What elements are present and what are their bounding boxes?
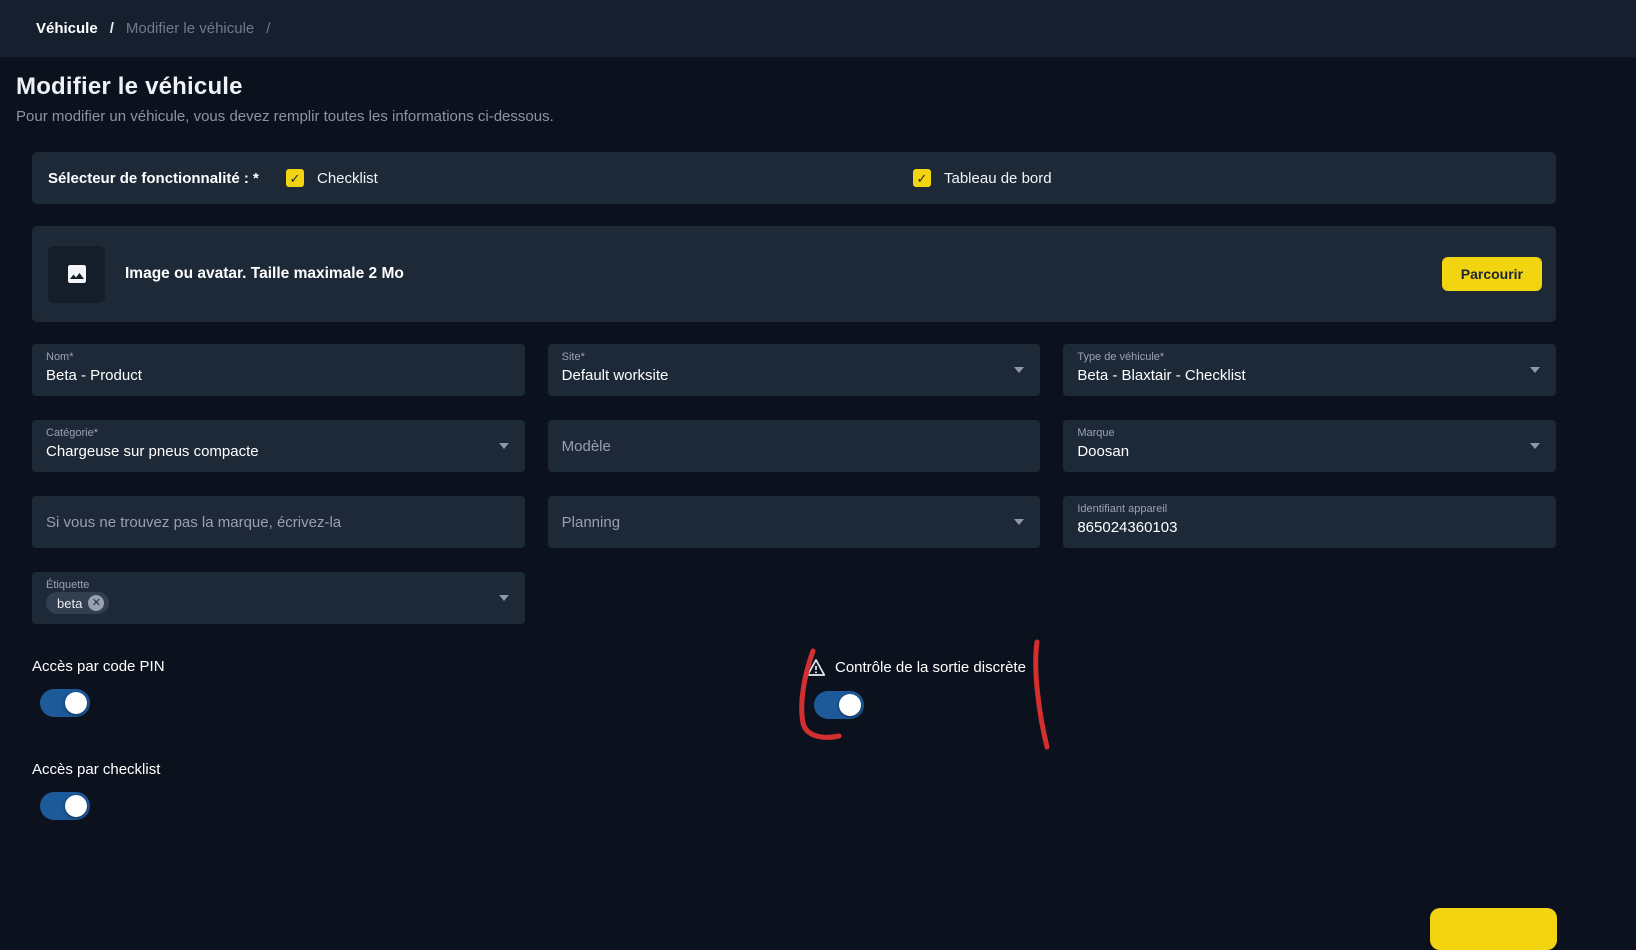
field-label: Marque [1077,427,1522,439]
page-title: Modifier le véhicule [16,73,1620,101]
toggle-knob [65,795,87,817]
image-icon [65,262,89,286]
feature-selector-panel: Sélecteur de fonctionnalité : * ✓ Checkl… [32,152,1556,204]
breadcrumb-modifier[interactable]: Modifier le véhicule [126,20,254,37]
chevron-down-icon [1014,367,1024,373]
tag-select[interactable]: Étiquette beta ✕ [32,572,525,624]
pin-access-group: Accès par code PIN [32,658,1556,717]
field-placeholder: Modèle [562,438,611,455]
breadcrumb: Véhicule / Modifier le véhicule / [0,0,1636,57]
chevron-down-icon [499,595,509,601]
site-select[interactable]: Site* Default worksite [548,344,1041,396]
chevron-down-icon [1014,519,1024,525]
feature-option-checklist[interactable]: ✓ Checklist [286,169,913,187]
chevron-down-icon [1530,367,1540,373]
chevron-down-icon [1530,443,1540,449]
feature-option-tableau-de-bord[interactable]: ✓ Tableau de bord [913,169,1540,187]
checklist-access-group: Accès par checklist [32,761,1556,820]
field-label: Type de véhicule* [1077,351,1522,363]
field-label: Site* [562,351,1007,363]
pin-access-label: Accès par code PIN [32,658,1556,675]
field-placeholder: Planning [562,514,620,531]
custom-brand-field[interactable]: Si vous ne trouvez pas la marque, écrive… [32,496,525,548]
checklist-access-toggle[interactable] [40,792,90,820]
tag-chip-label: beta [57,596,82,611]
form-content: Sélecteur de fonctionnalité : * ✓ Checkl… [32,152,1556,868]
warning-icon [806,658,826,677]
tag-chip: beta ✕ [46,592,109,614]
page-header: Modifier le véhicule Pour modifier un vé… [0,57,1636,125]
vehicle-form-grid: Nom* Beta - Product Site* Default worksi… [32,344,1556,624]
field-label: Nom* [46,351,491,363]
checkbox-checked-icon[interactable]: ✓ [913,169,931,187]
page-subtitle: Pour modifier un véhicule, vous devez re… [16,108,1620,125]
breadcrumb-separator: / [110,20,114,37]
field-placeholder: Si vous ne trouvez pas la marque, écrive… [46,514,341,531]
field-value: Default worksite [562,367,1007,384]
image-placeholder [48,246,105,303]
planning-select[interactable]: Planning [548,496,1041,548]
breadcrumb-vehicule[interactable]: Véhicule [36,20,98,37]
breadcrumb-separator: / [266,20,270,37]
feature-selector-label: Sélecteur de fonctionnalité : * [48,170,286,187]
vehicle-type-select[interactable]: Type de véhicule* Beta - Blaxtair - Chec… [1063,344,1556,396]
feature-option-label: Tableau de bord [944,170,1052,187]
field-value: Beta - Blaxtair - Checklist [1077,367,1522,384]
field-value: Doosan [1077,443,1522,460]
toggles-section: Accès par code PIN Contrôle de la sortie… [32,658,1556,868]
toggle-knob [839,694,861,716]
discrete-output-group: Contrôle de la sortie discrète [806,658,1026,719]
model-field[interactable]: Modèle [548,420,1041,472]
device-id-field[interactable]: Identifiant appareil 865024360103 [1063,496,1556,548]
field-value: Chargeuse sur pneus compacte [46,443,491,460]
bottom-action-button[interactable] [1430,908,1557,950]
checkbox-checked-icon[interactable]: ✓ [286,169,304,187]
category-select[interactable]: Catégorie* Chargeuse sur pneus compacte [32,420,525,472]
discrete-output-label: Contrôle de la sortie discrète [806,658,1026,677]
field-value: Beta - Product [46,367,491,384]
image-upload-hint: Image ou avatar. Taille maximale 2 Mo [125,265,404,283]
chevron-down-icon [499,443,509,449]
browse-button[interactable]: Parcourir [1442,257,1542,291]
brand-select[interactable]: Marque Doosan [1063,420,1556,472]
remove-tag-icon[interactable]: ✕ [88,595,104,611]
checklist-access-label: Accès par checklist [32,761,1556,778]
discrete-output-text: Contrôle de la sortie discrète [835,659,1026,676]
field-label: Catégorie* [46,427,491,439]
toggle-knob [65,692,87,714]
image-upload-panel: Image ou avatar. Taille maximale 2 Mo Pa… [32,226,1556,322]
field-value: 865024360103 [1077,519,1522,536]
field-label: Étiquette [46,579,491,591]
pin-access-toggle[interactable] [40,689,90,717]
feature-option-label: Checklist [317,170,378,187]
discrete-output-toggle[interactable] [814,691,864,719]
name-field[interactable]: Nom* Beta - Product [32,344,525,396]
field-label: Identifiant appareil [1077,503,1522,515]
